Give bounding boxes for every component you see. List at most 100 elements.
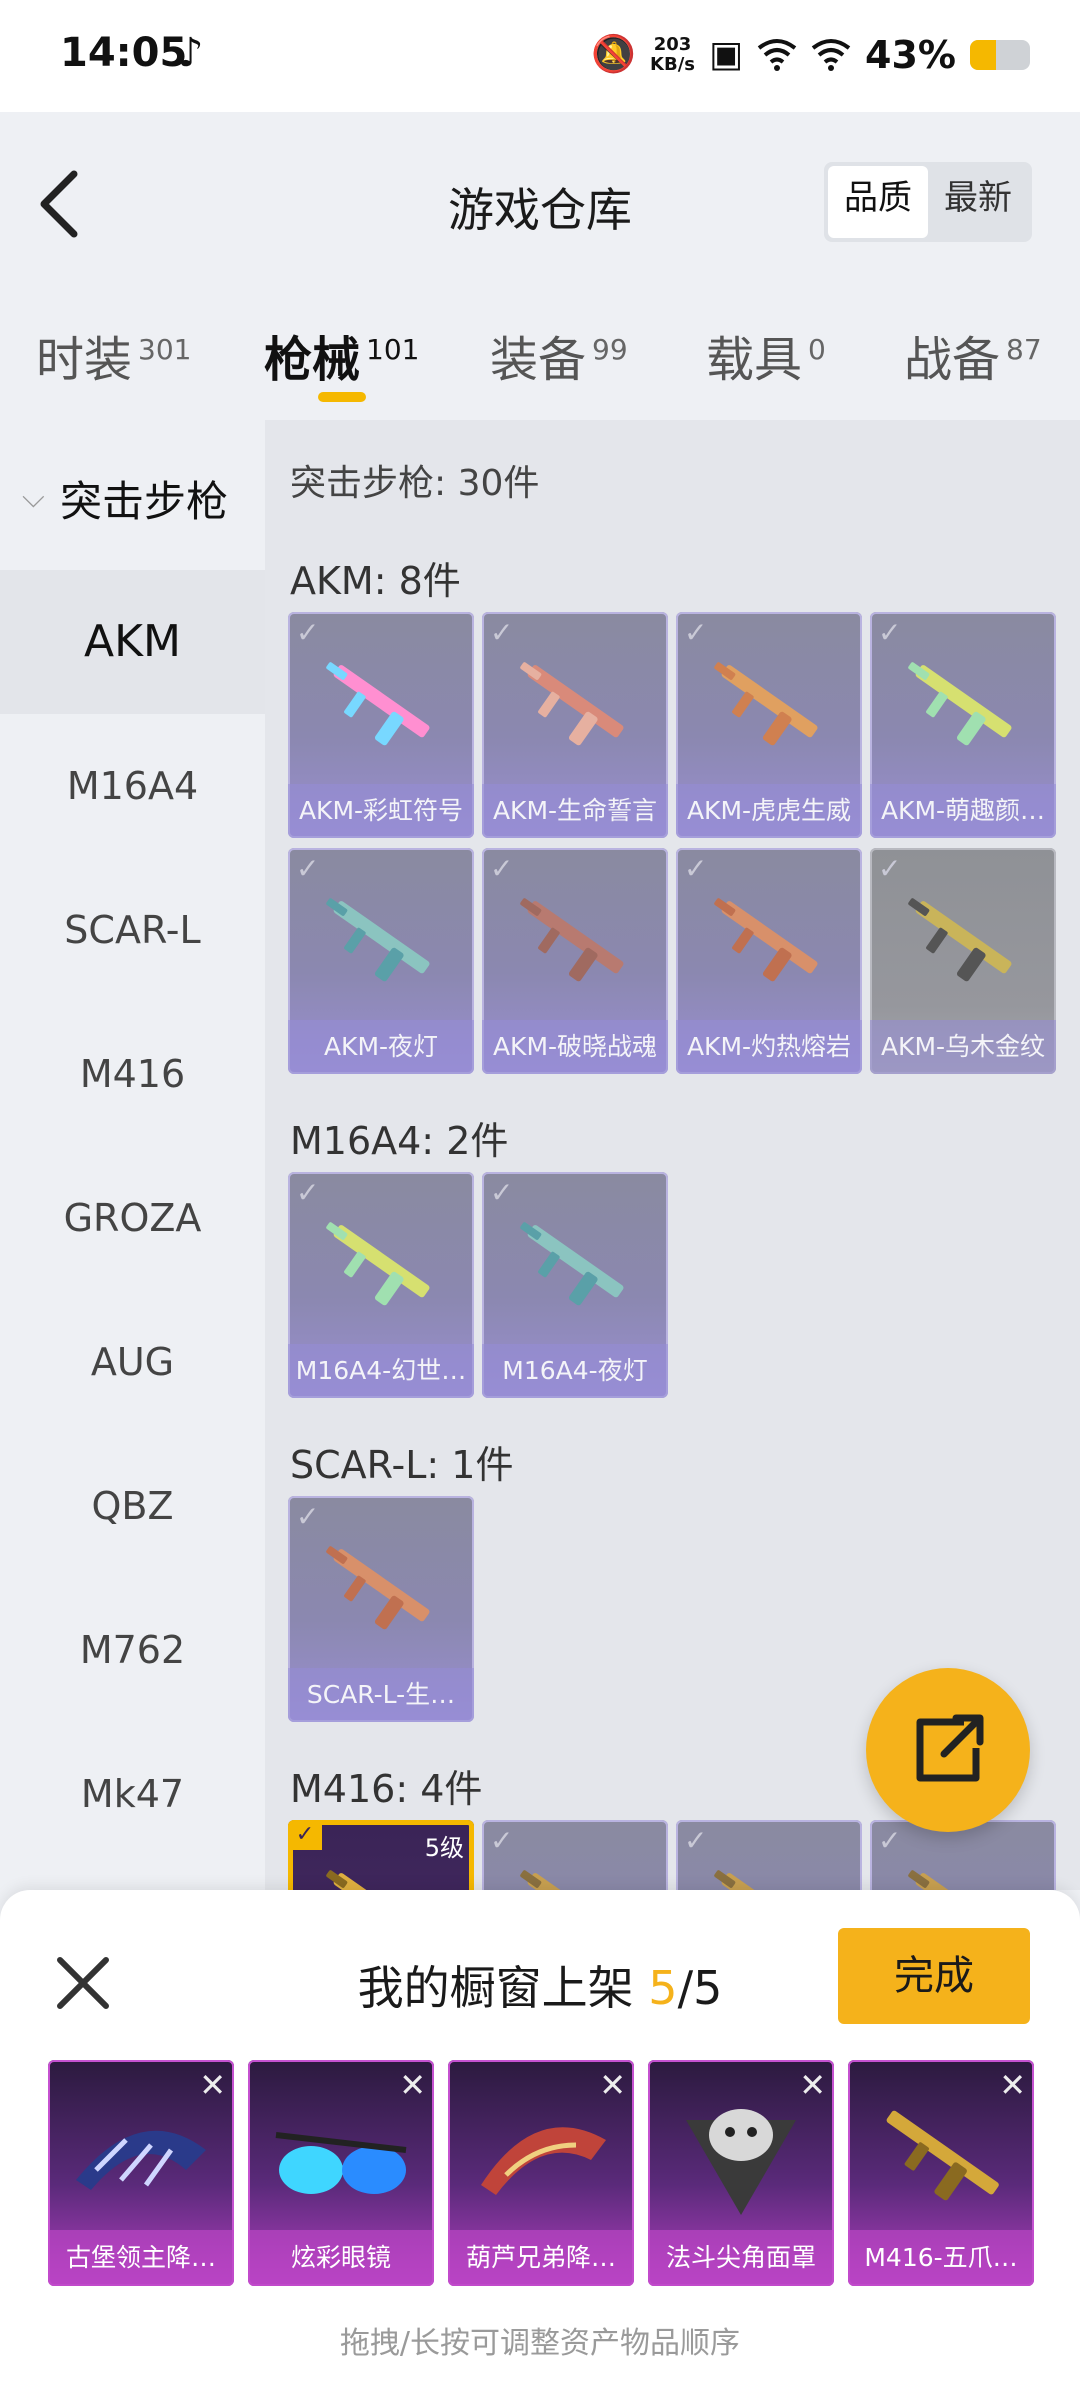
network-speed-unit: KB/s — [650, 54, 696, 75]
item-card[interactable]: ✓ AKM-萌趣颜… — [870, 612, 1056, 838]
status-bar: 14:05 ♪ 🔕 203 KB/s ▣ 43% — [0, 0, 1080, 112]
sidebar-item-mk47[interactable]: Mk47 — [0, 1722, 265, 1866]
category-label: 突击步枪 — [60, 477, 229, 526]
showcase-item[interactable]: ✕ 炫彩眼镜 — [248, 2060, 434, 2286]
showcase-item-image — [866, 2090, 1016, 2220]
item-name: AKM-萌趣颜… — [870, 784, 1056, 838]
share-export-icon — [916, 1714, 984, 1782]
weapon-skin-image — [316, 1202, 446, 1322]
tab-vehicles[interactable]: 载具 0 — [706, 320, 826, 390]
item-card[interactable]: ✓ — [676, 1820, 862, 1890]
item-card[interactable]: ✓ M16A4-夜灯 — [482, 1172, 668, 1398]
item-card[interactable]: ✓ SCAR-L-生… — [288, 1496, 474, 1722]
showcase-title-text: 我的橱窗上架 — [357, 1961, 634, 2015]
active-tab-indicator — [318, 392, 366, 402]
showcase-item[interactable]: ✕ 法斗尖角面罩 — [648, 2060, 834, 2286]
sidebar-item-m416[interactable]: M416 — [0, 1002, 265, 1146]
item-card[interactable]: ✓ AKM-夜灯 — [288, 848, 474, 1074]
network-speed: 203 KB/s — [650, 35, 695, 75]
sidebar-item-groza[interactable]: GROZA — [0, 1146, 265, 1290]
category-total: 突击步枪: 30件 — [290, 463, 540, 504]
sidebar-item-aug[interactable]: AUG — [0, 1290, 265, 1434]
mute-bell-icon: 🔕 — [591, 34, 637, 75]
tab-equipment[interactable]: 装备 99 — [490, 320, 628, 390]
sim-off-icon: ▣ — [709, 34, 744, 75]
showcase-item-image — [666, 2090, 816, 2220]
item-name: SCAR-L-生… — [288, 1668, 474, 1722]
category-tabs: 时装 301 枪械 101 装备 99 载具 0 战备 87 — [0, 290, 1080, 420]
tab-label: 枪械 — [264, 332, 361, 388]
tab-fashion[interactable]: 时装 301 — [36, 320, 191, 390]
showcase-count-total: 5 — [693, 1961, 723, 2015]
sidebar-item-scar-l[interactable]: SCAR-L — [0, 858, 265, 1002]
tab-count: 87 — [1006, 333, 1042, 366]
showcase-sheet: 我的橱窗上架 5/5 完成 ✕ 古堡领主降… ✕ 炫彩眼镜 ✕ 葫芦兄弟降… ✕ 法斗尖角面罩… — [0, 1890, 1080, 2400]
item-card[interactable]: ✓ AKM-虎虎生威 — [676, 612, 862, 838]
sort-toggle: 品质 最新 — [824, 162, 1032, 242]
showcase-item-image — [466, 2090, 616, 2220]
app-header: 游戏仓库 品质 最新 — [0, 112, 1080, 292]
showcase-item[interactable]: ✕ 古堡领主降… — [48, 2060, 234, 2286]
item-card[interactable]: ✓ AKM-生命誓言 — [482, 612, 668, 838]
sort-option-quality[interactable]: 品质 — [828, 166, 928, 238]
item-card-selected[interactable]: ✓ 5级 — [288, 1820, 474, 1890]
showcase-item-image — [266, 2090, 416, 2220]
tab-supplies[interactable]: 战备 87 — [904, 320, 1042, 390]
weapon-skin-image — [510, 1202, 640, 1322]
showcase-item-image — [66, 2090, 216, 2220]
tiktok-icon: ♪ — [178, 30, 204, 76]
status-time: 14:05 — [60, 30, 188, 76]
item-card[interactable]: ✓ AKM-破晓战魂 — [482, 848, 668, 1074]
item-card[interactable]: ✓ AKM-乌木金纹 — [870, 848, 1056, 1074]
sort-option-latest[interactable]: 最新 — [928, 166, 1028, 238]
group-title-m16a4: M16A4: 2件 — [290, 1119, 509, 1163]
item-name: AKM-灼热熔岩 — [676, 1020, 862, 1074]
selected-check-icon: ✓ — [288, 1820, 322, 1850]
tab-count: 0 — [808, 333, 826, 366]
group-title-m416: M416: 4件 — [290, 1767, 483, 1811]
battery-icon — [970, 40, 1030, 70]
sidebar-item-akm[interactable]: AKM — [0, 570, 265, 714]
tab-count: 301 — [138, 333, 192, 366]
showcase-item[interactable]: ✕ 葫芦兄弟降… — [448, 2060, 634, 2286]
tab-count: 101 — [366, 333, 420, 366]
showcase-item-name: 葫芦兄弟降… — [448, 2230, 634, 2286]
weapon-skin-image — [316, 1850, 446, 1890]
done-button[interactable]: 完成 — [838, 1928, 1030, 2024]
item-name: AKM-乌木金纹 — [870, 1020, 1056, 1074]
share-button[interactable] — [866, 1668, 1030, 1832]
item-name: AKM-虎虎生威 — [676, 784, 862, 838]
tab-label: 载具 — [706, 332, 803, 388]
showcase-count-current: 5 — [648, 1961, 678, 2015]
item-name: M16A4-幻世… — [288, 1344, 474, 1398]
reorder-hint: 拖拽/长按可调整资产物品顺序 — [339, 2326, 741, 2361]
item-card[interactable]: ✓ — [482, 1820, 668, 1890]
weapon-skin-image — [704, 642, 834, 762]
tab-guns[interactable]: 枪械 101 — [264, 320, 419, 390]
weapon-type-sidebar: ⌵ 突击步枪 AKM M16A4 SCAR-L M416 GROZA AUG Q… — [0, 420, 265, 1890]
weapon-skin-image — [898, 1850, 1028, 1890]
item-name: AKM-夜灯 — [288, 1020, 474, 1074]
showcase-item-name: M416-五爪… — [848, 2230, 1034, 2286]
weapon-skin-image — [316, 642, 446, 762]
item-card[interactable]: ✓ AKM-灼热熔岩 — [676, 848, 862, 1074]
network-speed-value: 203 — [653, 34, 692, 55]
chevron-down-icon: ⌵ — [22, 480, 45, 515]
category-header[interactable]: ⌵ 突击步枪 — [0, 420, 265, 570]
showcase-item[interactable]: ✕ M416-五爪… — [848, 2060, 1034, 2286]
item-name: M16A4-夜灯 — [482, 1344, 668, 1398]
sidebar-item-qbz[interactable]: QBZ — [0, 1434, 265, 1578]
wifi-icon — [757, 39, 797, 71]
sidebar-item-m762[interactable]: M762 — [0, 1578, 265, 1722]
showcase-item-name: 法斗尖角面罩 — [648, 2230, 834, 2286]
tab-label: 战备 — [904, 332, 1001, 388]
showcase-item-name: 炫彩眼镜 — [248, 2230, 434, 2286]
weapon-skin-image — [704, 1850, 834, 1890]
sidebar-item-m16a4[interactable]: M16A4 — [0, 714, 265, 858]
weapon-skin-image — [898, 642, 1028, 762]
item-name: AKM-生命誓言 — [482, 784, 668, 838]
item-name: AKM-破晓战魂 — [482, 1020, 668, 1074]
item-card[interactable]: ✓ M16A4-幻世… — [288, 1172, 474, 1398]
tab-count: 99 — [592, 333, 628, 366]
item-card[interactable]: ✓ AKM-彩虹符号 — [288, 612, 474, 838]
